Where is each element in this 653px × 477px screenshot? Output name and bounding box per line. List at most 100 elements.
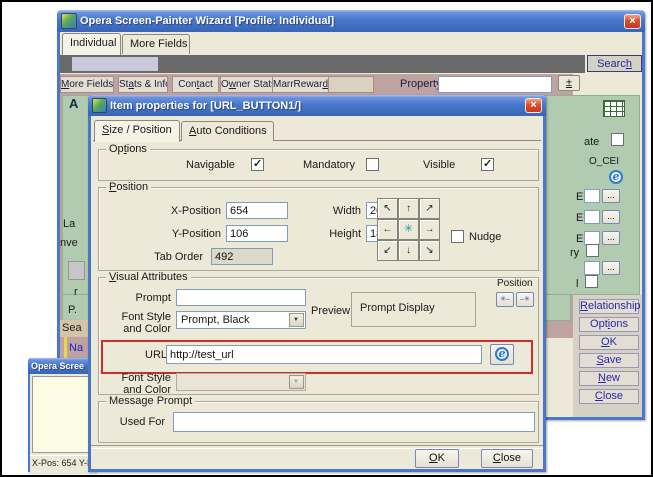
preview-text: Prompt Display	[360, 302, 435, 314]
tab-more-fields[interactable]: More Fields	[122, 34, 190, 54]
arrow-right-icon[interactable]: →	[419, 219, 440, 240]
arrow-down-icon[interactable]: ↓	[398, 240, 419, 261]
fragment-tan-strip: Sea	[60, 320, 88, 337]
tab-size-position[interactable]: Size / Position	[94, 120, 180, 142]
table-grid-icon	[603, 100, 625, 117]
visual-attributes-group: Visual Attributes Prompt Font Style and …	[98, 277, 539, 395]
fragment-label-a: A	[69, 98, 78, 110]
relationship-button[interactable]: Relationship	[579, 299, 639, 314]
fragment-field-1[interactable]	[584, 189, 600, 203]
visible-label: Visible	[423, 159, 455, 171]
app-icon	[61, 13, 77, 29]
small-window: Opera Scree X-Pos: 654 Y-P	[28, 358, 96, 472]
small-window-titlebar[interactable]: Opera Scree	[28, 358, 96, 374]
mandatory-label: Mandatory	[303, 159, 355, 171]
screenshot-root: Opera Screen-Painter Wizard [Profile: In…	[0, 0, 653, 477]
nudge-checkbox[interactable]	[451, 230, 464, 243]
dialog-titlebar[interactable]: Item properties for [URL_BUTTON1/] ×	[88, 95, 546, 116]
visible-checkbox[interactable]	[481, 158, 494, 171]
center-star-icon[interactable]: ✳	[398, 219, 419, 240]
width-label: Width	[321, 205, 361, 217]
ok-button-main[interactable]: OK	[579, 335, 639, 350]
main-close-icon[interactable]: ×	[624, 14, 641, 29]
ellipsis-button-1[interactable]: ...	[602, 189, 620, 203]
marr-rewards-button[interactable]: MarrRewards	[272, 76, 330, 93]
arrow-up-icon[interactable]: ↑	[398, 198, 419, 219]
fragment-field-4[interactable]	[584, 261, 600, 275]
fragment-checkbox-1[interactable]	[611, 133, 624, 146]
prompt-position-left-icon[interactable]: ✳–	[496, 292, 514, 307]
navigable-checkbox[interactable]	[251, 158, 264, 171]
x-position-input[interactable]	[226, 202, 288, 219]
arrow-left-icon[interactable]: ←	[377, 219, 398, 240]
small-window-title: Opera Scree	[31, 361, 93, 371]
more-fields-button[interactable]: More Fields	[60, 76, 114, 93]
options-group-legend: Options	[106, 143, 150, 155]
ie-browser-icon: e	[495, 347, 509, 361]
options-group: Options Navigable Mandatory Visible	[98, 149, 539, 181]
ellipsis-button-3[interactable]: ...	[602, 231, 620, 245]
arrow-down-left-icon[interactable]: ↙	[377, 240, 398, 261]
fragment-label-r: r	[74, 286, 78, 298]
stats-info-button[interactable]: Stats & Info	[118, 76, 168, 93]
owner-stats-button[interactable]: Owner Stats	[220, 76, 273, 93]
fragment-label-ocei: O_CEI	[589, 156, 619, 168]
y-position-input[interactable]	[226, 225, 288, 242]
prompt-label: Prompt	[121, 292, 171, 304]
arrow-up-left-icon[interactable]: ↖	[377, 198, 398, 219]
main-window-titlebar[interactable]: Opera Screen-Painter Wizard [Profile: In…	[57, 10, 645, 32]
url-input[interactable]	[166, 345, 482, 364]
dropdown-arrow-icon-disabled	[289, 375, 304, 389]
main-window-title: Opera Screen-Painter Wizard [Profile: In…	[80, 15, 621, 27]
property-input[interactable]	[438, 76, 552, 93]
dialog-close-icon[interactable]: ×	[525, 98, 542, 113]
tab-auto-conditions[interactable]: Auto Conditions	[181, 121, 274, 141]
fragment-field-2[interactable]	[584, 210, 600, 224]
close-button-dialog[interactable]: Close	[481, 449, 533, 468]
tab-individual[interactable]: Individual	[62, 33, 121, 55]
prompt-input[interactable]	[176, 289, 306, 306]
navigable-label: Navigable	[186, 159, 235, 171]
font-style-dropdown[interactable]: Prompt, Black	[176, 311, 306, 329]
ok-button-dialog[interactable]: OK	[415, 449, 459, 468]
font-style2-label-line1: Font Style	[105, 372, 171, 384]
visual-attributes-legend: Visual Attributes	[106, 271, 191, 283]
dialog-icon	[92, 98, 107, 113]
fragment-label-la: La	[63, 218, 75, 230]
preview-label: Preview:	[311, 305, 353, 317]
dark-strip	[60, 55, 585, 73]
dialog-body: Auto Conditions Size / Position Options …	[91, 116, 543, 469]
y-position-label: Y-Position	[119, 228, 221, 240]
ie-browser-icon[interactable]: e	[609, 170, 623, 184]
dropdown-arrow-icon[interactable]	[289, 313, 304, 327]
open-url-button[interactable]: e	[490, 344, 514, 365]
small-window-body: X-Pos: 654 Y-P	[30, 374, 94, 470]
item-properties-dialog: Item properties for [URL_BUTTON1/] × Aut…	[88, 95, 546, 472]
save-button[interactable]: Save	[579, 353, 639, 368]
preview-box: Prompt Display	[351, 292, 476, 327]
used-for-input[interactable]	[173, 412, 535, 432]
ellipsis-button-4[interactable]: ...	[602, 261, 620, 275]
fragment-checkbox-3[interactable]	[585, 275, 598, 288]
arrow-down-right-icon[interactable]: ↘	[419, 240, 440, 261]
small-window-canvas	[32, 376, 91, 453]
fragment-checkbox-2[interactable]	[586, 244, 599, 257]
mandatory-checkbox[interactable]	[366, 158, 379, 171]
property-drop-button[interactable]: ±	[558, 75, 580, 91]
message-prompt-legend: Message Prompt	[106, 395, 195, 407]
nudge-label: Nudge	[469, 231, 501, 243]
contact-button[interactable]: Contact	[172, 76, 219, 93]
new-button[interactable]: New	[579, 371, 639, 386]
fragment-field-3[interactable]	[584, 231, 600, 245]
font-style-label-line2: and Color	[105, 323, 171, 335]
font-style-label-line1: Font Style	[105, 311, 171, 323]
arrow-up-right-icon[interactable]: ↗	[419, 198, 440, 219]
ellipsis-button-2[interactable]: ...	[602, 210, 620, 224]
tab-order-label: Tab Order	[119, 251, 203, 263]
prompt-position-right-icon[interactable]: –✳	[516, 292, 534, 307]
font-style2-dropdown-disabled	[176, 373, 306, 391]
fragment-label-e1: E	[576, 191, 583, 203]
close-button-main[interactable]: Close	[579, 389, 639, 404]
options-button[interactable]: Options	[579, 317, 639, 332]
search-button[interactable]: Search	[587, 55, 642, 72]
